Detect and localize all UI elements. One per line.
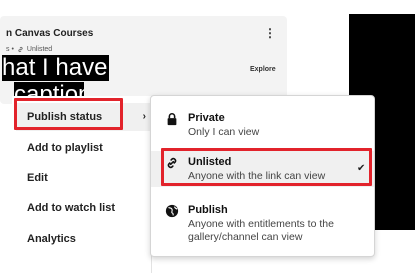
annotation-highlight-publish-status: [14, 98, 123, 130]
option-title: Publish: [188, 204, 228, 216]
lock-icon: [165, 112, 179, 126]
annotation-highlight-unlisted: [161, 148, 372, 186]
menu-item-label: Edit: [27, 172, 48, 184]
chevron-right-icon: ›: [142, 111, 146, 122]
menu-item-analytics[interactable]: Analytics: [27, 225, 147, 253]
menu-item-label: Analytics: [27, 233, 76, 245]
explore-button[interactable]: Explore: [250, 66, 276, 73]
menu-item-edit[interactable]: Edit: [27, 164, 147, 192]
menu-item-add-to-playlist[interactable]: Add to playlist: [27, 134, 147, 162]
video-caption-line-2: caption: [14, 82, 84, 96]
globe-icon: [165, 204, 179, 218]
video-caption-line-1: hat I have: [2, 54, 110, 81]
media-card-status: Unlisted: [26, 46, 53, 53]
menu-item-add-to-watch-list[interactable]: Add to watch list: [27, 194, 147, 222]
media-card-title: n Canvas Courses: [6, 28, 94, 39]
publish-option-private[interactable]: Private Only I can view: [151, 106, 374, 146]
publish-option-publish[interactable]: Publish Anyone with entitlements to the …: [151, 198, 374, 248]
link-icon: [17, 46, 24, 53]
menu-item-label: Add to watch list: [27, 202, 115, 214]
more-options-icon[interactable]: ⋮: [264, 26, 276, 40]
media-card-meta-prefix: s •: [6, 46, 14, 53]
option-description: Only I can view: [188, 126, 260, 138]
menu-item-label: Add to playlist: [27, 142, 103, 154]
media-card-meta: s • Unlisted: [6, 46, 52, 53]
option-description: Anyone with entitlements to the gallery/…: [188, 218, 334, 243]
option-title: Private: [188, 112, 225, 124]
